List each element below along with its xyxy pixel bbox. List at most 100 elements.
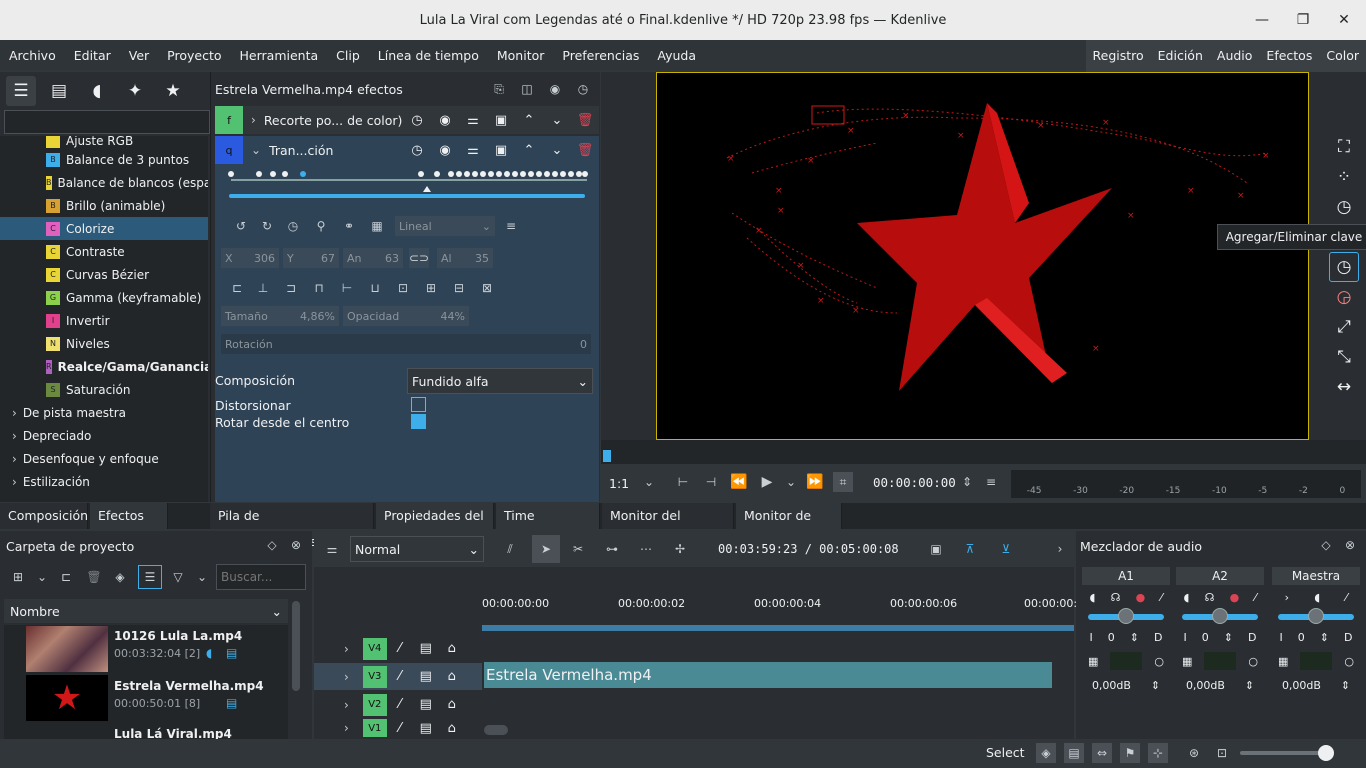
spin-icon[interactable]: ⇕ — [1224, 631, 1233, 644]
menu-archivo[interactable]: Archivo — [0, 48, 65, 63]
chevron-down-icon[interactable]: ⌄ — [32, 567, 52, 587]
expand-chevron-icon[interactable]: › — [344, 721, 349, 735]
grid-icon[interactable]: ⁘ — [1329, 162, 1359, 192]
go-keyframe-icon[interactable]: ◶ — [1329, 282, 1359, 312]
chevron-down-icon[interactable]: ⌄ — [192, 567, 212, 587]
opacity-field[interactable]: Opacidad 44% — [343, 306, 469, 326]
keyframe-ruler[interactable] — [215, 164, 599, 210]
menu-clip[interactable]: Clip — [327, 48, 369, 63]
video-filter-icon[interactable]: ▤ — [44, 76, 74, 106]
spin-icon[interactable]: ⇕ — [1130, 631, 1139, 644]
workspace-color[interactable]: Color — [1319, 40, 1366, 72]
tab-monitor-proyecto[interactable]: Monitor del proyecto — [602, 503, 734, 549]
chevron-right-icon[interactable]: › — [1285, 591, 1289, 604]
y-field[interactable]: Y 67 — [283, 248, 339, 268]
workspace-edicion[interactable]: Edición — [1151, 40, 1210, 72]
monitor-timecode[interactable]: 00:00:00:00 — [873, 475, 956, 490]
menu-icon[interactable]: ≡ — [981, 472, 1001, 492]
tab-monitor-clips[interactable]: Monitor de clips — [736, 503, 842, 549]
track-v2[interactable]: › V2 ⁄ ▤ ⌂ — [314, 691, 482, 718]
effect-item-brillo[interactable]: B Brillo (animable) — [0, 194, 208, 217]
move-up-icon[interactable]: ⌃ — [515, 143, 543, 158]
pan-value[interactable]: 0 — [1298, 631, 1305, 644]
effect-item-realce[interactable]: R Realce/Gama/Ganancia — [0, 355, 208, 378]
copy-keyframe-icon[interactable]: ⚭ — [339, 216, 359, 236]
collapse-chevron-icon[interactable]: ⌄ — [251, 143, 261, 157]
expand-chevron-icon[interactable]: › — [344, 698, 349, 712]
marker-icon[interactable]: ⚑ — [1120, 743, 1140, 763]
tab-effect-stack[interactable]: Pila de efectos/composic... — [210, 503, 374, 549]
effect-item-ajuste-rgb[interactable]: Ajuste RGB — [0, 136, 208, 148]
list-view-icon[interactable]: ☰ — [138, 565, 162, 589]
pan-knob-icon[interactable]: ○ — [1248, 655, 1258, 668]
zone-end-icon[interactable]: ⊻ — [996, 539, 1016, 559]
eye-icon[interactable]: ◉ — [431, 143, 459, 158]
close-button[interactable]: ✕ — [1327, 0, 1361, 40]
composition-select[interactable]: Fundido alfa ⌄ — [407, 368, 593, 394]
settings-sliders-icon[interactable]: ⚌ — [459, 143, 487, 158]
volume-slider[interactable] — [1278, 608, 1354, 624]
effect-category-estilizacion[interactable]: Estilización — [0, 470, 208, 493]
next-keyframe-icon[interactable]: ↻ — [257, 216, 277, 236]
chevron-down-icon[interactable]: ⌄ — [781, 472, 801, 492]
compare-icon[interactable]: ◫ — [517, 79, 537, 99]
speaker-icon[interactable]: ◖ — [1314, 591, 1320, 604]
effect-item-gamma[interactable]: G Gamma (keyframable) — [0, 286, 208, 309]
float-icon[interactable]: ◇ — [1316, 535, 1336, 555]
out-point-icon[interactable]: ⊣ — [701, 472, 721, 492]
preview-icon[interactable]: ▣ — [926, 539, 946, 559]
spin-icon[interactable]: ⇕ — [1245, 679, 1254, 692]
gain-value[interactable]: 0,00dB — [1092, 679, 1131, 692]
trash-icon[interactable]: 🗑 — [84, 567, 104, 587]
effects-wand-icon[interactable]: ⁄ — [387, 669, 413, 684]
effects-wand-icon[interactable]: ⁄ — [387, 697, 413, 712]
workspace-efectos[interactable]: Efectos — [1259, 40, 1319, 72]
settings-icon[interactable]: ⁄ — [1255, 591, 1257, 604]
save-stack-icon[interactable]: ⎘ — [489, 79, 509, 99]
distort-checkbox[interactable] — [411, 397, 426, 412]
zone-icon[interactable]: ⊼ — [960, 539, 980, 559]
settings-icon[interactable]: ⁄ — [1161, 591, 1163, 604]
zoom-level[interactable]: 1:1 — [609, 476, 629, 491]
menu-preferencias[interactable]: Preferencias — [553, 48, 648, 63]
pan-value[interactable]: 0 — [1108, 631, 1115, 644]
multicam-icon[interactable]: ✢ — [670, 539, 690, 559]
align-left-icon[interactable]: ⊏ — [227, 278, 247, 298]
move-down-icon[interactable]: ⌄ — [543, 113, 571, 128]
menu-ver[interactable]: Ver — [120, 48, 158, 63]
favorite-star-icon[interactable]: ★ — [158, 76, 188, 106]
settings-sliders-icon[interactable]: ⚌ — [459, 113, 487, 128]
lock-icon[interactable]: ⌂ — [439, 641, 465, 656]
effect-item-niveles[interactable]: N Niveles — [0, 332, 208, 355]
snap-icon[interactable]: ⇔ — [1092, 743, 1112, 763]
folder-icon[interactable]: ⊏ — [56, 567, 76, 587]
zoom-slider[interactable] — [1240, 745, 1334, 761]
project-search-input[interactable] — [216, 564, 306, 590]
audio-filter-icon[interactable]: ◖ — [82, 76, 112, 106]
volume-slider[interactable] — [1182, 608, 1258, 624]
add-clip-icon[interactable]: ⊞ — [8, 567, 28, 587]
settings-icon[interactable]: ⁄ — [1345, 591, 1347, 604]
tab-time-remap[interactable]: Time Remapp... — [496, 503, 600, 549]
eye-icon[interactable]: ◉ — [545, 79, 565, 99]
track-v3[interactable]: › V3 ⁄ ▤ ⌂ — [314, 663, 482, 690]
add-remove-keyframe-icon[interactable]: ◷ — [1329, 252, 1359, 282]
effect-item-invertir[interactable]: I Invertir — [0, 309, 208, 332]
menu-editar[interactable]: Editar — [65, 48, 120, 63]
effect-row-transicion[interactable]: q ⌄ Tran...ción ◷ ◉ ⚌ ▣ ⌃ ⌄ 🗑 — [215, 136, 599, 164]
interpolation-select[interactable]: Lineal ⌄ — [395, 216, 495, 236]
speaker-icon[interactable]: ◖ — [1184, 591, 1190, 604]
clip-item-lula[interactable]: 10126 Lula La.mp4 00:03:32:04 [2] ◖ ▤ — [4, 625, 288, 673]
rewind-icon[interactable]: ⏪ — [729, 472, 749, 492]
speaker-icon[interactable]: ◖ — [1090, 591, 1096, 604]
rotation-field[interactable]: Rotación 0 — [221, 334, 591, 354]
zoom-out-icon[interactable]: ⤡ — [1329, 342, 1359, 372]
link-ratio-icon[interactable]: ⊂⊃ — [409, 248, 429, 268]
add-keyframe-icon[interactable]: ◷ — [283, 216, 303, 236]
more-icon[interactable]: ↔ — [1329, 372, 1359, 402]
keyframe-icon[interactable]: ◷ — [1329, 192, 1359, 222]
zoom-out-icon[interactable]: ⊡ — [1212, 743, 1232, 763]
effect-row-recorte[interactable]: f › Recorte po... de color) ◷ ◉ ⚌ ▣ ⌃ ⌄ … — [215, 106, 599, 134]
effect-item-curvas-bezier[interactable]: C Curvas Bézier — [0, 263, 208, 286]
align-vcenter-icon[interactable]: ⊢ — [337, 278, 357, 298]
